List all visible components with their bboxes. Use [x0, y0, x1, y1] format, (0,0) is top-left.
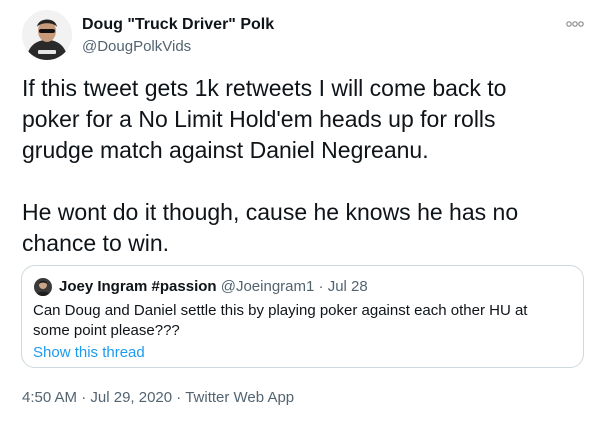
tweet-text-line: If this tweet gets 1k retweets I will co…	[22, 75, 507, 101]
author-avatar[interactable]	[22, 10, 72, 60]
quoted-tweet[interactable]: Joey Ingram #passion @Joeingram1 · Jul 2…	[21, 265, 584, 368]
tweet-source[interactable]: Twitter Web App	[185, 389, 294, 406]
timestamp-separator: ·	[81, 389, 87, 406]
more-options-button[interactable]	[560, 14, 590, 34]
quoted-author-avatar	[34, 278, 52, 296]
author-display-name[interactable]: Doug "Truck Driver" Polk	[82, 16, 274, 34]
quoted-tweet-header: Joey Ingram #passion @Joeingram1 · Jul 2…	[59, 278, 368, 295]
tweet-card: Doug "Truck Driver" Polk @DougPolkVids I…	[0, 0, 600, 424]
tweet-text-line: He wont do it though, cause he knows he …	[22, 199, 519, 225]
author-handle[interactable]: @DougPolkVids	[82, 38, 191, 55]
timestamp-separator: ·	[176, 389, 182, 406]
quoted-text-line: Can Doug and Daniel settle this by playi…	[33, 302, 528, 319]
show-this-thread-link[interactable]: Show this thread	[33, 344, 145, 361]
tweet-text: If this tweet gets 1k retweets I will co…	[22, 73, 592, 259]
quoted-tweet-text: Can Doug and Daniel settle this by playi…	[33, 301, 573, 341]
quoted-date: Jul 28	[327, 278, 368, 295]
author-avatar-image	[22, 10, 72, 60]
more-options-icon	[566, 21, 584, 27]
tweet-timestamp: 4:50 AM · Jul 29, 2020 · Twitter Web App	[22, 389, 294, 406]
tweet-date[interactable]: Jul 29, 2020	[90, 389, 172, 406]
quoted-separator: ·	[318, 278, 324, 295]
tweet-text-line: chance to win.	[22, 230, 170, 256]
tweet-text-blank-line	[22, 166, 592, 197]
quoted-author-name: Joey Ingram #passion	[59, 278, 217, 295]
tweet-text-line: poker for a No Limit Hold'em heads up fo…	[22, 106, 496, 132]
quoted-author-avatar-image	[34, 278, 52, 296]
tweet-text-line: grudge match against Daniel Negreanu.	[22, 137, 429, 163]
quoted-author-handle: @Joeingram1	[220, 278, 315, 295]
quoted-text-line: some point please???	[33, 322, 180, 339]
tweet-time[interactable]: 4:50 AM	[22, 389, 77, 406]
